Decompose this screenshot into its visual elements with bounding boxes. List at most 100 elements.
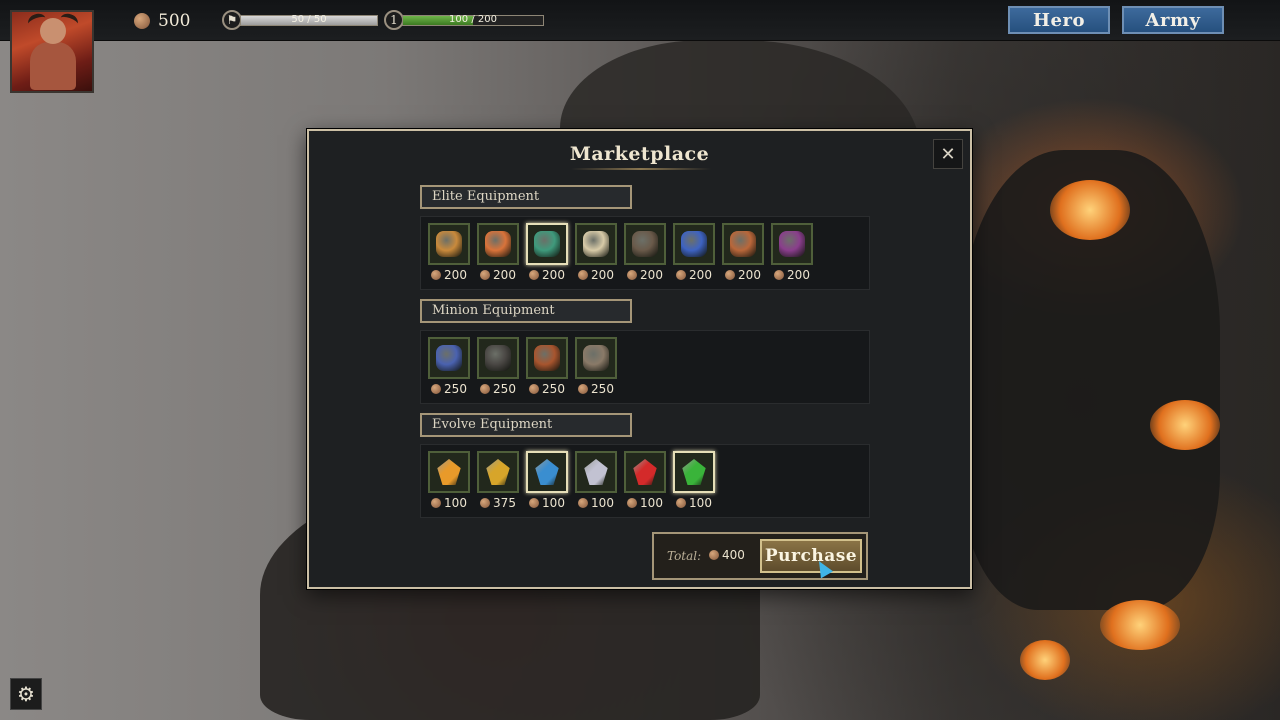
shop-item[interactable]: 200 bbox=[673, 223, 715, 282]
item-slot[interactable] bbox=[477, 451, 519, 493]
dialog-title: Marketplace bbox=[569, 143, 710, 165]
coin-icon bbox=[578, 384, 589, 394]
item-slot[interactable] bbox=[575, 451, 617, 493]
close-icon[interactable]: ✕ bbox=[933, 139, 963, 169]
shop-item[interactable]: 100 bbox=[624, 451, 666, 510]
shop-item[interactable]: 100 bbox=[673, 451, 715, 510]
coin-icon bbox=[529, 384, 540, 394]
item-price: 250 bbox=[431, 382, 467, 396]
section-panel-elite: 200 200 200 200 200 200 200 200 bbox=[420, 216, 870, 290]
level-badge: 1 bbox=[384, 10, 404, 30]
item-price-value: 200 bbox=[444, 268, 467, 282]
item-slot[interactable] bbox=[428, 451, 470, 493]
item-slot[interactable] bbox=[526, 337, 568, 379]
blue-bracer-icon bbox=[436, 345, 462, 371]
coin-icon bbox=[529, 270, 540, 280]
item-slot[interactable] bbox=[673, 223, 715, 265]
experience-text: 100 / 200 bbox=[449, 13, 497, 25]
army-capacity-bar: ⚑ 50 / 50 bbox=[222, 10, 378, 30]
gold-amount: 500 bbox=[158, 11, 191, 31]
shop-item[interactable]: 200 bbox=[722, 223, 764, 282]
item-price-value: 250 bbox=[591, 382, 614, 396]
item-slot[interactable] bbox=[673, 451, 715, 493]
shop-item[interactable]: 200 bbox=[624, 223, 666, 282]
horn-icon bbox=[730, 231, 756, 257]
section-panel-evolve: 100 375 100 100 100 100 bbox=[420, 444, 870, 518]
item-slot[interactable] bbox=[526, 223, 568, 265]
shop-item[interactable]: 200 bbox=[477, 223, 519, 282]
mushroom-icon bbox=[485, 231, 511, 257]
coin-icon bbox=[480, 498, 491, 508]
coin-icon bbox=[676, 498, 687, 508]
item-slot[interactable] bbox=[428, 223, 470, 265]
shop-item[interactable]: 100 bbox=[428, 451, 470, 510]
total-panel: Total: 400 Purchase bbox=[652, 532, 868, 580]
shop-item[interactable]: 200 bbox=[526, 223, 568, 282]
hero-button[interactable]: Hero bbox=[1008, 6, 1110, 34]
item-price: 100 bbox=[431, 496, 467, 510]
shop-item[interactable]: 250 bbox=[477, 337, 519, 396]
item-price-value: 200 bbox=[787, 268, 810, 282]
coin-icon bbox=[529, 498, 540, 508]
shop-item[interactable]: 250 bbox=[575, 337, 617, 396]
item-price: 100 bbox=[529, 496, 565, 510]
hero-portrait[interactable] bbox=[10, 10, 94, 93]
item-price: 200 bbox=[725, 268, 761, 282]
army-button[interactable]: Army bbox=[1122, 6, 1224, 34]
item-slot[interactable] bbox=[428, 337, 470, 379]
item-price: 200 bbox=[774, 268, 810, 282]
blue-gem-icon bbox=[535, 459, 559, 485]
item-price: 200 bbox=[627, 268, 663, 282]
shop-item[interactable]: 250 bbox=[526, 337, 568, 396]
rune-banner-icon bbox=[681, 231, 707, 257]
scroll-icon bbox=[583, 231, 609, 257]
item-slot[interactable] bbox=[575, 223, 617, 265]
shop-item[interactable]: 375 bbox=[477, 451, 519, 510]
shop-item[interactable]: 200 bbox=[771, 223, 813, 282]
item-price: 250 bbox=[529, 382, 565, 396]
total-label: Total: bbox=[667, 549, 702, 563]
item-price: 375 bbox=[480, 496, 516, 510]
item-price-value: 200 bbox=[493, 268, 516, 282]
orange-gem-icon bbox=[437, 459, 461, 485]
coin-icon bbox=[627, 270, 638, 280]
item-slot[interactable] bbox=[477, 337, 519, 379]
background-glow bbox=[1100, 600, 1180, 650]
item-slot[interactable] bbox=[575, 337, 617, 379]
item-slot[interactable] bbox=[624, 223, 666, 265]
round-shield-icon bbox=[534, 345, 560, 371]
item-slot[interactable] bbox=[526, 451, 568, 493]
coin-icon bbox=[431, 498, 442, 508]
item-price-value: 200 bbox=[542, 268, 565, 282]
shop-item[interactable]: 100 bbox=[575, 451, 617, 510]
section-label-evolve: Evolve Equipment bbox=[420, 413, 632, 437]
item-price-value: 250 bbox=[493, 382, 516, 396]
gear-icon[interactable]: ⚙ bbox=[10, 678, 42, 710]
shop-item[interactable]: 250 bbox=[428, 337, 470, 396]
item-price-value: 100 bbox=[591, 496, 614, 510]
coin-icon bbox=[431, 270, 442, 280]
item-price-value: 200 bbox=[591, 268, 614, 282]
item-slot[interactable] bbox=[722, 223, 764, 265]
coin-icon bbox=[627, 498, 638, 508]
section-label-minion: Minion Equipment bbox=[420, 299, 632, 323]
item-price-value: 100 bbox=[542, 496, 565, 510]
item-slot[interactable] bbox=[771, 223, 813, 265]
shop-item[interactable]: 200 bbox=[575, 223, 617, 282]
item-price: 100 bbox=[578, 496, 614, 510]
item-slot[interactable] bbox=[624, 451, 666, 493]
item-price: 200 bbox=[578, 268, 614, 282]
item-price: 250 bbox=[578, 382, 614, 396]
purchase-button[interactable]: Purchase bbox=[760, 539, 862, 573]
green-gem-icon bbox=[682, 459, 706, 485]
marketplace-dialog: Marketplace ✕ Elite Equipment 200 200 200 2… bbox=[307, 129, 972, 589]
shop-item[interactable]: 100 bbox=[526, 451, 568, 510]
red-gem-icon bbox=[633, 459, 657, 485]
coin-icon bbox=[709, 550, 719, 560]
cauldron-icon bbox=[534, 231, 560, 257]
gold-counter: 500 bbox=[134, 11, 190, 31]
voodoo-doll-icon bbox=[436, 231, 462, 257]
shop-item[interactable]: 200 bbox=[428, 223, 470, 282]
total-amount: 400 bbox=[722, 548, 745, 562]
item-slot[interactable] bbox=[477, 223, 519, 265]
